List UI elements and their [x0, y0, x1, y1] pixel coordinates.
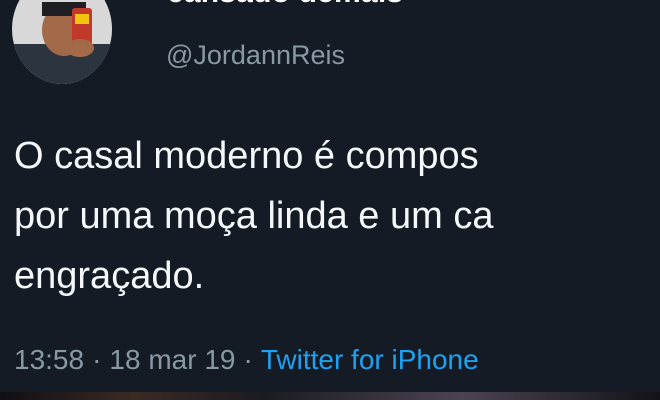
avatar-photo [12, 0, 112, 84]
display-name[interactable]: cansado demais [167, 0, 403, 10]
tweet-date[interactable]: 18 mar 19 [109, 344, 235, 375]
user-handle[interactable]: @JordannReis [166, 40, 345, 71]
avatar[interactable] [12, 0, 112, 84]
tweet-text: O casal moderno é compos por uma moça li… [14, 126, 660, 306]
tweet-source-link[interactable]: Twitter for iPhone [261, 344, 479, 375]
next-content-preview [0, 392, 660, 400]
meta-separator: · [92, 344, 102, 375]
tweet-text-line: por uma moça linda e um ca [14, 195, 494, 237]
tweet-card: cansado demais @JordannReis O casal mode… [0, 0, 660, 400]
tweet-text-line: engraçado. [14, 255, 205, 297]
tweet-meta: 13:58 · 18 mar 19 · Twitter for iPhone [14, 344, 479, 376]
meta-separator: · [243, 344, 253, 375]
tweet-time[interactable]: 13:58 [14, 344, 84, 375]
tweet-text-line: O casal moderno é compos [14, 135, 479, 177]
